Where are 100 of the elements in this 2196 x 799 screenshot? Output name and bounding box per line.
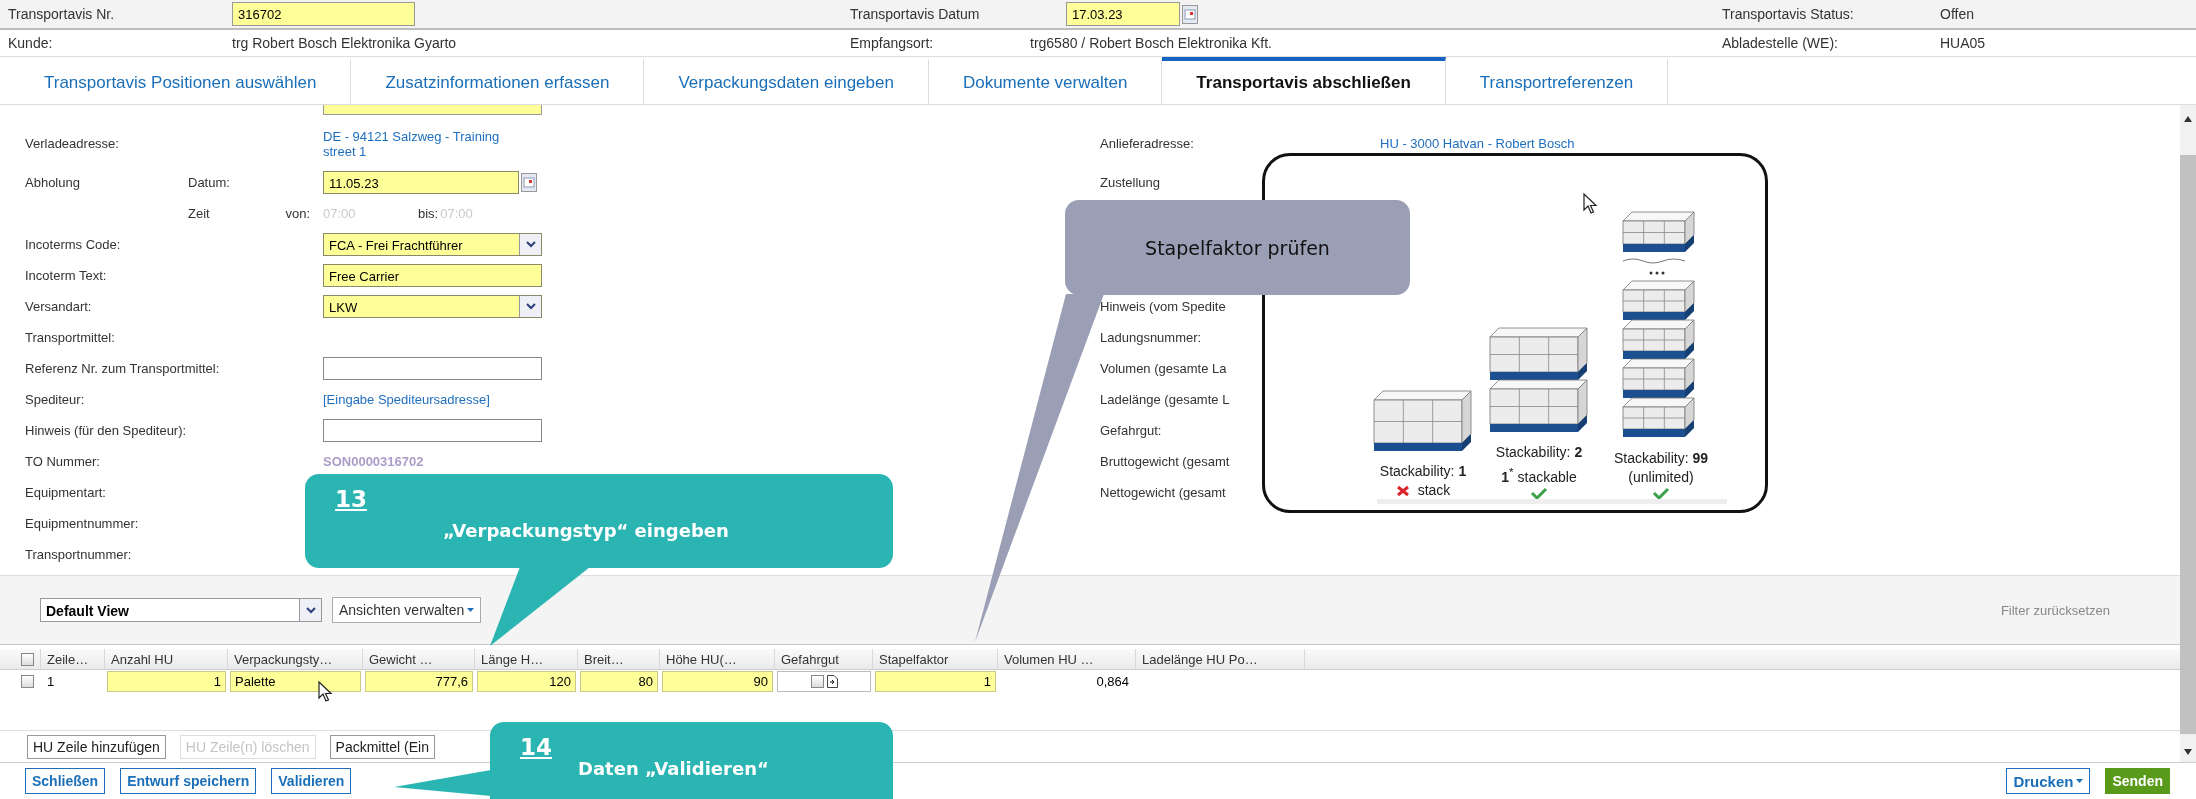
scroll-down-icon[interactable] (2183, 748, 2193, 756)
scroll-up-icon[interactable] (2183, 115, 2193, 123)
field-label: bis: (418, 206, 439, 221)
input-cell[interactable]: 80 (580, 671, 658, 692)
field-value: HUA05 (1940, 35, 1987, 51)
chevron-down-icon[interactable] (525, 303, 536, 310)
view-dropdown[interactable]: Default View (40, 598, 322, 622)
field-label: Bruttogewicht (gesamt (1100, 454, 1231, 469)
input-cell[interactable]: Palette (230, 671, 361, 692)
field-value: Offen (1940, 6, 1975, 22)
field-label: Empfangsort: (850, 35, 935, 51)
field-label: Anlieferadresse: (1100, 136, 1195, 151)
chevron-down-icon[interactable] (525, 241, 536, 248)
input-cell[interactable]: 777,6 (365, 671, 473, 692)
input-cell[interactable]: 1 (107, 671, 226, 692)
input-field[interactable] (323, 105, 542, 115)
dropdown[interactable]: FCA - Frei Frachtführer (323, 233, 542, 256)
column-header[interactable]: Stapelfaktor (873, 649, 998, 670)
input-field[interactable]: 316702 (232, 2, 415, 26)
checkbox[interactable] (20, 675, 34, 688)
button[interactable]: Validieren (271, 768, 352, 794)
field-label: Abladestelle (WE): (1722, 35, 1839, 51)
menu-button[interactable]: Drucken (2006, 768, 2091, 794)
field-label: Transportavis Status: (1722, 6, 1855, 22)
column-header[interactable]: Höhe HU(… (660, 649, 775, 670)
caption: Stackability: 1 (1379, 462, 1467, 481)
field-label: Transportmittel: (25, 330, 115, 345)
caret-icon (2076, 779, 2084, 783)
field-value: trg6580 / Robert Bosch Elektronika Kft. (1030, 35, 1273, 51)
field-label: Referenz Nr. zum Transportmittel: (25, 361, 220, 376)
field-label: Transportavis Datum (850, 6, 981, 22)
input-field[interactable] (323, 357, 542, 380)
checkbox[interactable] (20, 653, 34, 666)
cursor-icon (1583, 193, 1598, 215)
column-header[interactable]: Länge H… (475, 649, 578, 670)
field-label: Abholung (25, 175, 80, 190)
column-header[interactable]: Gewicht … (363, 649, 475, 670)
caption: stack (1417, 481, 1451, 500)
field-label: Nettogewicht (gesamt (1100, 485, 1227, 500)
cursor-icon (318, 681, 333, 703)
input-cell[interactable]: 120 (477, 671, 576, 692)
field-label: Datum: (188, 175, 230, 190)
address-link[interactable]: DE - 94121 Salzweg - Training street 1 (323, 128, 513, 159)
field-value: trg Robert Bosch Elektronika Gyarto (232, 35, 458, 51)
date-field[interactable]: 11.05.23 (323, 171, 519, 194)
callout-text: Daten „Validieren“ (578, 758, 769, 779)
document-icon[interactable] (826, 675, 838, 688)
field-label: Transportnummer: (25, 547, 132, 562)
field-label: Hinweis (für den Spediteur): (25, 423, 187, 438)
button[interactable]: Schließen (25, 768, 106, 794)
input-field[interactable] (323, 419, 542, 442)
caption: 1$^{*}$ stackable (1501, 464, 1577, 487)
column-header[interactable]: Gefahrgut (775, 649, 873, 670)
input-cell[interactable]: 1 (875, 671, 996, 692)
callout-text: „Verpackungstyp“ eingeben (443, 520, 729, 541)
field-label: Gefahrgut: (1100, 423, 1163, 438)
dropdown[interactable]: LKW (323, 295, 542, 318)
caption: Stackability: 99 (1613, 449, 1709, 468)
chevron-down-icon[interactable] (305, 606, 316, 614)
field-label: Transportavis Nr. (8, 6, 116, 22)
tab[interactable]: Transportavis abschließen (1162, 57, 1446, 105)
field-label: Hinweis (vom Spedite (1100, 299, 1227, 314)
field-label: Versandart: (25, 299, 92, 314)
button[interactable]: HU Zeile hinzufügen (27, 734, 166, 759)
column-header[interactable]: Zeile… (40, 649, 105, 670)
field-label: Ladungsnummer: (1100, 330, 1203, 345)
callout-text: Stapelfaktor prüfen (1145, 236, 1330, 259)
link[interactable]: [Eingabe Spediteursadresse] (323, 392, 1090, 407)
field-label: Incoterm Text: (25, 268, 107, 283)
caption: (unlimited) (1628, 468, 1694, 487)
date-field[interactable]: 17.03.23 (1066, 2, 1180, 26)
field-label: von: (285, 206, 310, 221)
field-label: Zustellung (1100, 175, 1161, 190)
field-label: Incoterms Code: (25, 237, 121, 252)
step-number: 14 (520, 734, 552, 760)
field-label: Equipmentnummer: (25, 516, 139, 531)
column-header[interactable]: Anzahl HU (105, 649, 228, 670)
field-label: Equipmentart: (25, 485, 106, 500)
step-number: 13 (335, 486, 367, 512)
column-header[interactable]: Breit… (578, 649, 660, 670)
button[interactable]: Packmittel (Ein (329, 734, 435, 759)
field-value: SON0000316702 (323, 454, 425, 469)
address-link[interactable]: HU - 3000 Hatvan - Robert Bosch (1380, 136, 1620, 151)
field-label: Kunde: (8, 35, 54, 51)
views-menu-button[interactable]: Ansichten verwalten (332, 597, 482, 623)
input-field[interactable]: Free Carrier (323, 264, 542, 287)
input-cell[interactable]: 90 (662, 671, 773, 692)
checkbox[interactable] (810, 675, 824, 688)
calendar-icon[interactable] (1182, 4, 1198, 24)
scrollbar[interactable] (2180, 105, 2196, 762)
field-label: Spediteur: (25, 392, 85, 407)
caption: Stackability: 2 (1495, 443, 1583, 463)
calendar-icon[interactable] (521, 173, 537, 192)
button[interactable]: Entwurf speichern (120, 768, 257, 794)
column-header[interactable]: Verpackungsty… (228, 649, 363, 670)
field-label: TO Nummer: (25, 454, 100, 469)
field-label: Verladeadresse: (25, 136, 119, 151)
field-label: Ladelänge (gesamte L (1100, 392, 1231, 407)
column-header[interactable]: Volumen HU … (998, 649, 1136, 670)
column-header[interactable]: Ladelänge HU Po… (1136, 649, 1305, 670)
